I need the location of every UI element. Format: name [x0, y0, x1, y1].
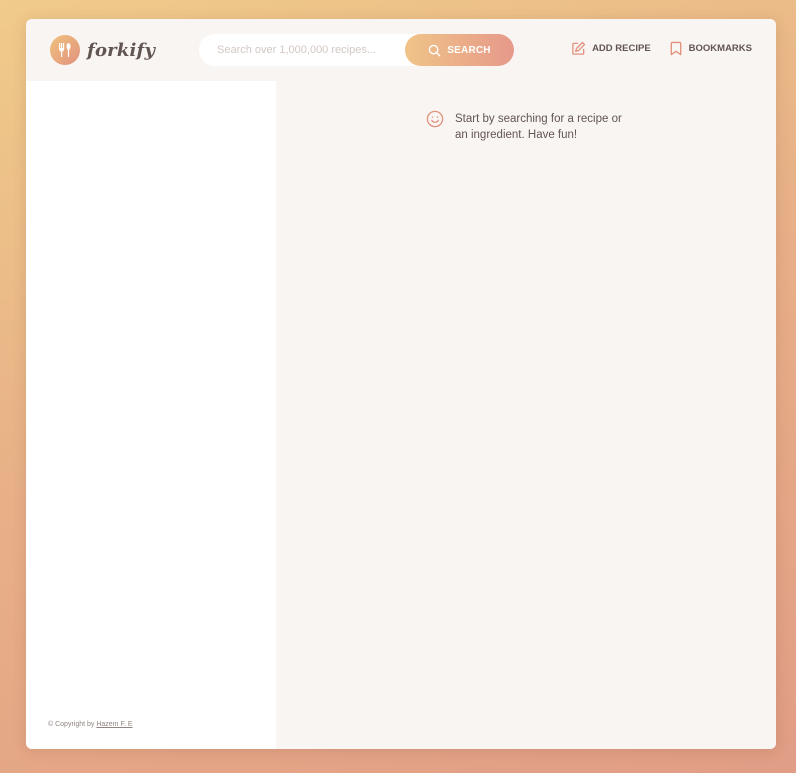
- edit-icon: [572, 41, 586, 55]
- add-recipe-button[interactable]: ADD RECIPE: [571, 41, 651, 56]
- search-icon: [428, 44, 441, 56]
- app-container: forkify SEARCH ADD RECIPE: [26, 19, 776, 749]
- logo-text: forkify: [87, 39, 156, 61]
- copyright-prefix: © Copyright by: [48, 721, 97, 728]
- fork-knife-icon: [50, 35, 80, 65]
- header: forkify SEARCH ADD RECIPE: [26, 19, 776, 81]
- author-link[interactable]: Hazem F. E: [96, 721, 132, 728]
- start-message-text: Start by searching for a recipe or an in…: [455, 113, 622, 141]
- nav: ADD RECIPE BOOKMARKS: [571, 41, 752, 56]
- bookmarks-label: BOOKMARKS: [688, 43, 752, 54]
- search-results-sidebar: © Copyright by Hazem F. E: [26, 81, 276, 749]
- bookmarks-button[interactable]: BOOKMARKS: [669, 41, 752, 56]
- bookmark-icon: [670, 41, 681, 56]
- logo[interactable]: forkify: [50, 35, 155, 65]
- search-button-label: SEARCH: [447, 44, 491, 56]
- search-button[interactable]: SEARCH: [405, 34, 514, 66]
- add-recipe-label: ADD RECIPE: [592, 43, 651, 54]
- start-message: Start by searching for a recipe or an in…: [426, 110, 626, 143]
- recipe-view: Start by searching for a recipe or an in…: [276, 81, 776, 749]
- copyright: © Copyright by Hazem F. E: [48, 721, 133, 728]
- search-input[interactable]: [217, 34, 417, 66]
- smile-icon: [426, 110, 444, 128]
- search-form: SEARCH: [199, 34, 514, 66]
